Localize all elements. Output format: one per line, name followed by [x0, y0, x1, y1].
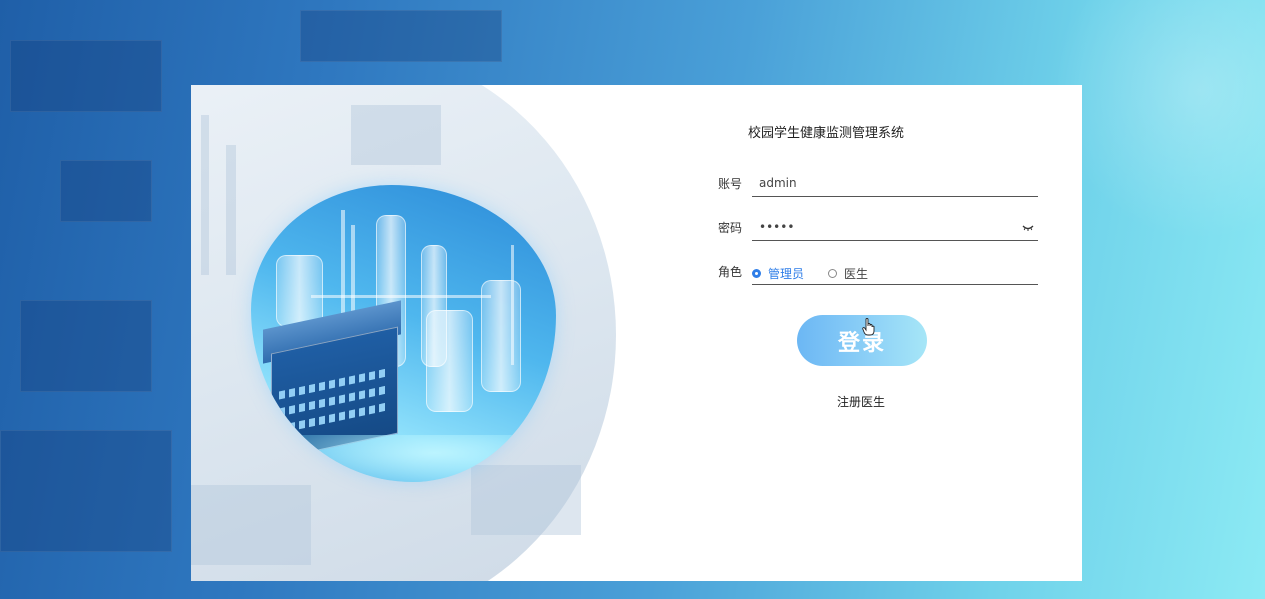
account-row: 账号 — [718, 172, 1038, 197]
password-field — [752, 216, 1038, 241]
eye-closed-icon[interactable] — [1022, 223, 1034, 233]
role-radio-doctor[interactable]: 医生 — [828, 265, 868, 282]
role-row: 角色 管理员 医生 — [718, 260, 1038, 285]
tank-shape — [426, 310, 473, 412]
role-field: 管理员 医生 — [752, 260, 1038, 285]
role-option-label: 医生 — [844, 267, 869, 281]
password-input[interactable] — [759, 216, 1009, 238]
background-building — [300, 10, 502, 62]
password-label: 密码 — [718, 221, 743, 235]
register-doctor-link[interactable]: 注册医生 — [837, 393, 885, 410]
faint-building — [191, 485, 311, 565]
role-radio-admin[interactable]: 管理员 — [752, 265, 804, 282]
faint-building — [226, 145, 236, 275]
account-label: 账号 — [718, 177, 743, 191]
background-building — [10, 40, 162, 112]
login-form: 校园学生健康监测管理系统 账号 密码 — [621, 85, 1082, 581]
faint-building — [351, 105, 441, 165]
account-input[interactable] — [759, 172, 1009, 194]
glow-floor — [251, 435, 556, 482]
pipe-shape — [311, 295, 491, 298]
hand-pointer-icon — [862, 318, 875, 336]
hero-illustration — [191, 85, 621, 581]
background-building — [60, 160, 152, 222]
background-glow — [1050, 0, 1265, 240]
background-building — [20, 300, 152, 392]
page-background: 校园学生健康监测管理系统 账号 密码 — [0, 0, 1265, 599]
account-field — [752, 172, 1038, 197]
background-building — [0, 430, 172, 552]
password-row: 密码 — [718, 216, 1038, 241]
radio-unchecked-icon[interactable] — [828, 269, 837, 278]
radio-checked-icon[interactable] — [752, 269, 761, 278]
login-card: 校园学生健康监测管理系统 账号 密码 — [191, 85, 1082, 581]
faint-building — [201, 115, 209, 275]
tank-shape — [276, 255, 323, 327]
role-label: 角色 — [718, 265, 743, 279]
role-option-label: 管理员 — [768, 267, 805, 281]
pipe-shape — [511, 245, 514, 365]
factory-image-blob — [251, 185, 556, 482]
page-title: 校园学生健康监测管理系统 — [748, 126, 905, 141]
